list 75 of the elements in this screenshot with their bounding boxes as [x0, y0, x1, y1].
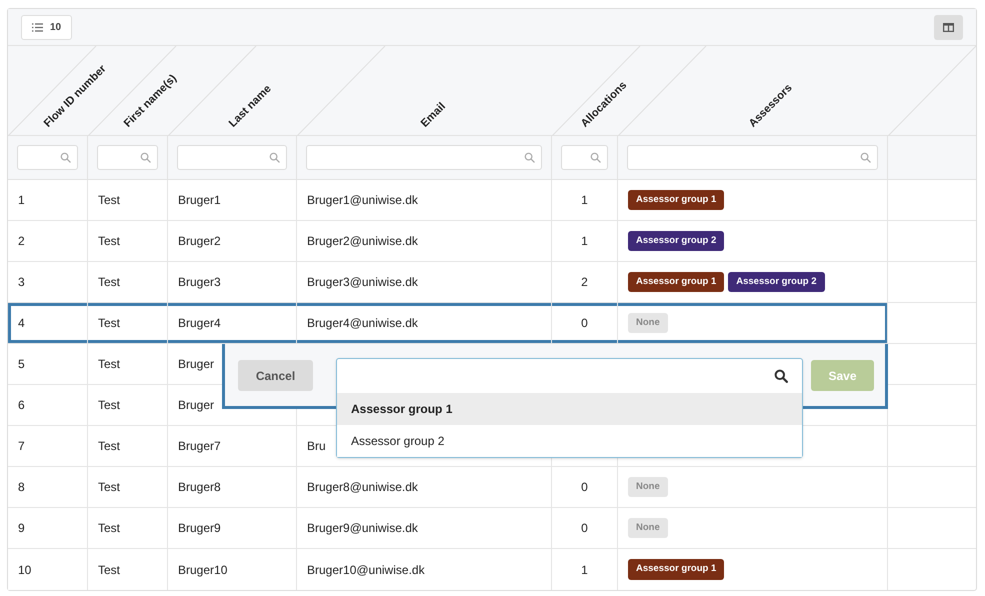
table-cell-text: Test — [98, 192, 120, 209]
table-cell-text: 1 — [581, 233, 588, 250]
table-cell-text: Test — [98, 562, 120, 578]
search-icon — [524, 152, 535, 163]
columns-button[interactable] — [934, 14, 963, 40]
table-cell-text: 7 — [18, 438, 25, 455]
none-tag: None — [628, 518, 668, 538]
assessor-tag: Assessor group 1 — [628, 559, 724, 580]
dropdown-option[interactable]: Assessor group 2 — [337, 425, 802, 457]
table-cell-text: Bruger2 — [178, 233, 221, 250]
cancel-button[interactable]: Cancel — [238, 360, 313, 391]
table-cell-text: 8 — [18, 479, 25, 496]
table-cell-text: Bruger1@uniwise.dk — [307, 192, 418, 209]
table-cell-text: Bruger4@uniwise.dk — [307, 315, 418, 332]
dropdown-option[interactable]: Assessor group 1 — [337, 393, 802, 425]
table-cell-text: Bruger1 — [178, 192, 221, 209]
filter-field[interactable] — [17, 145, 78, 170]
table-cell-text: Test — [98, 479, 120, 496]
table-cell-text: 10 — [18, 562, 32, 578]
search-icon — [140, 152, 151, 163]
table-cell-text: Test — [98, 397, 120, 414]
page-size-button[interactable]: 10 — [21, 14, 72, 40]
list-icon — [32, 22, 43, 32]
filter-field[interactable] — [97, 145, 158, 170]
table-cell-text: Test — [98, 274, 120, 291]
table-cell-text: Test — [98, 356, 120, 373]
table-cell-text: 3 — [18, 274, 25, 291]
table-cell-text: Test — [98, 315, 120, 332]
assessor-tag: Assessor group 1 — [628, 190, 724, 210]
table-cell-text: 0 — [581, 315, 588, 332]
table-cell-text: 4 — [18, 315, 25, 332]
assessor-tag: Assessor group 2 — [628, 230, 724, 252]
assessor-tag: Assessor group 2 — [728, 272, 824, 292]
table-cell-text: Bruger — [178, 356, 214, 373]
table-cell-text: Bruger7 — [178, 438, 221, 455]
table-cell-text: 5 — [18, 356, 25, 373]
table-cell-text: Bruger4 — [178, 315, 221, 332]
columns-icon — [943, 22, 954, 32]
table-cell-text: 2 — [18, 233, 25, 250]
table-cell-text: 0 — [581, 479, 588, 496]
search-icon — [590, 152, 601, 163]
table-cell-text: 1 — [581, 562, 588, 578]
table-cell-text: Bruger3@uniwise.dk — [307, 274, 418, 291]
search-icon — [860, 152, 871, 163]
search-icon — [60, 152, 71, 163]
filter-field[interactable] — [627, 145, 878, 170]
filter-field[interactable] — [561, 145, 608, 170]
table-cell-text: 1 — [18, 192, 25, 209]
table-cell-text: Bruger3 — [178, 274, 221, 291]
table-cell-text: Bruger8 — [178, 479, 221, 496]
filter-field[interactable] — [306, 145, 542, 170]
table-cell-text: Bru — [307, 438, 326, 455]
table-cell-text: Bruger2@uniwise.dk — [307, 233, 418, 250]
table-row[interactable]: 10 Test Bruger10 Bruger10@uniwise.dk 1 Assessor group 1 — [8, 549, 888, 590]
table-cell-text: 9 — [18, 520, 25, 537]
table-cell-text: Bruger10@uniwise.dk — [307, 562, 425, 578]
table-cell-text: Bruger — [178, 397, 214, 414]
none-tag: None — [628, 312, 668, 334]
table-cell-text: Test — [98, 520, 120, 537]
filter-field[interactable] — [177, 145, 287, 170]
assessor-tag: Assessor group 1 — [628, 272, 724, 292]
search-icon — [269, 152, 280, 163]
none-tag: None — [628, 476, 668, 498]
table-cell-text: Test — [98, 438, 120, 455]
table-cell-text: Test — [98, 233, 120, 250]
table-cell-text: Bruger9 — [178, 520, 221, 537]
table-cell-text: 2 — [581, 274, 588, 291]
table-cell-text: 6 — [18, 397, 25, 414]
search-icon — [774, 369, 788, 383]
table-cell-text: Bruger10 — [178, 562, 228, 578]
table-cell-text: 0 — [581, 520, 588, 537]
table-cell-text: Bruger9@uniwise.dk — [307, 520, 418, 537]
table-cell-text: 1 — [581, 192, 588, 209]
table-row[interactable]: 4 Test Bruger4 Bruger4@uniwise.dk 0 None — [8, 303, 888, 343]
table-cell-text: Bruger8@uniwise.dk — [307, 479, 418, 496]
